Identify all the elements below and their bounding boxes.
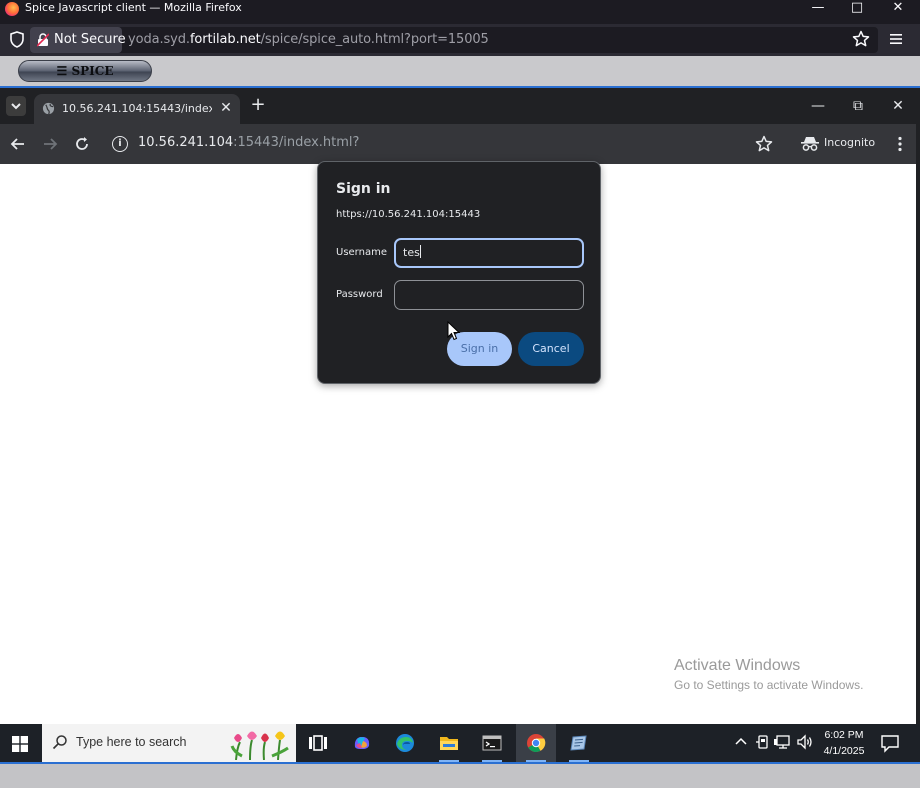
forward-arrow-icon[interactable] — [40, 134, 60, 154]
spice-toolbar: ☰ SPICE — [0, 56, 920, 88]
windows-start-icon[interactable] — [12, 736, 28, 752]
tab-close-icon[interactable]: ✕ — [218, 100, 234, 116]
firefox-url-text[interactable]: yoda.syd.fortilab.net/spice/spice_auto.h… — [128, 32, 489, 47]
chrome-minimize-icon[interactable]: — — [808, 96, 828, 116]
windows-taskbar: Type here to search 6:02 PM 4/1/2025 — [0, 724, 920, 762]
firefox-navbar: Not Secure yoda.syd.fortilab.net/spice/s… — [0, 24, 920, 56]
notification-icon[interactable] — [880, 733, 900, 753]
firefox-urlbar[interactable]: Not Secure yoda.syd.fortilab.net/spice/s… — [30, 27, 878, 53]
taskbar-clock[interactable]: 6:02 PM 4/1/2025 — [820, 727, 868, 759]
terminal-button[interactable] — [472, 724, 512, 762]
dialog-title: Sign in — [336, 181, 391, 197]
copilot-icon — [354, 737, 370, 749]
remote-viewer-icon — [570, 735, 587, 751]
mouse-pointer-icon — [447, 321, 460, 341]
activate-windows-watermark: Activate Windows Go to Settings to activ… — [674, 657, 863, 692]
clock-time: 6:02 PM — [824, 729, 864, 741]
edge-icon — [396, 734, 414, 752]
remote-viewer-button[interactable] — [559, 724, 599, 762]
spice-bottom-bar — [0, 762, 920, 788]
bookmark-star-icon[interactable] — [754, 134, 774, 154]
device-icon[interactable] — [754, 733, 772, 751]
spice-menu-button[interactable]: ☰ SPICE — [18, 60, 152, 82]
chrome-close-icon[interactable]: ✕ — [888, 96, 908, 116]
folder-icon — [440, 737, 458, 750]
new-tab-button[interactable]: + — [248, 96, 268, 116]
chrome-url-text[interactable]: 10.56.241.104:15443/index.html? — [138, 135, 359, 150]
url-prefix: yoda.syd. — [128, 32, 190, 47]
username-value: tes — [403, 246, 420, 259]
search-icon — [52, 735, 67, 750]
activate-subtitle: Go to Settings to activate Windows. — [674, 678, 864, 692]
url-domain: fortilab.net — [189, 32, 261, 47]
terminal-icon — [482, 735, 502, 751]
window-title: Spice Javascript client — Mozilla Firefo… — [25, 1, 242, 14]
window-edge — [916, 88, 920, 724]
username-label: Username — [336, 247, 387, 258]
bookmark-star-icon[interactable] — [852, 30, 870, 48]
browser-tab[interactable]: 10.56.241.104:15443/index.html ✕ — [34, 94, 240, 124]
password-field[interactable] — [394, 280, 584, 310]
not-secure-label: Not Secure — [54, 32, 126, 47]
chevron-up-icon[interactable] — [732, 733, 750, 751]
cancel-button[interactable]: Cancel — [518, 332, 584, 366]
chevron-down-icon — [11, 103, 21, 110]
incognito-label: Incognito — [824, 136, 876, 149]
url-path: :15443/index.html? — [233, 135, 360, 150]
edge-button[interactable] — [385, 724, 425, 762]
url-host: 10.56.241.104 — [138, 135, 234, 150]
task-view-button[interactable] — [298, 724, 338, 762]
tab-title: 10.56.241.104:15443/index.html — [62, 102, 212, 115]
taskbar-search-box[interactable]: Type here to search — [42, 724, 296, 762]
file-explorer-button[interactable] — [429, 724, 469, 762]
volume-icon[interactable] — [796, 733, 814, 751]
url-suffix: /spice/spice_auto.html?port=15005 — [260, 32, 489, 47]
incognito-icon[interactable] — [801, 136, 819, 152]
firefox-logo-icon — [5, 2, 19, 16]
hamburger-menu-icon[interactable] — [888, 31, 904, 47]
username-field[interactable]: tes — [394, 238, 584, 268]
not-secure-badge[interactable]: Not Secure — [30, 27, 126, 53]
chrome-icon — [527, 734, 546, 753]
dialog-origin: https://10.56.241.104:15443 — [336, 209, 481, 220]
activate-title: Activate Windows — [674, 657, 801, 674]
password-label: Password — [336, 289, 383, 300]
clock-date: 4/1/2025 — [823, 745, 865, 757]
chrome-toolbar: i 10.56.241.104:15443/index.html? Incogn… — [0, 124, 920, 164]
tab-search-button[interactable] — [6, 96, 26, 116]
search-placeholder: Type here to search — [76, 735, 187, 749]
task-view-icon — [309, 735, 327, 751]
reload-icon[interactable] — [72, 134, 92, 154]
network-icon[interactable] — [774, 733, 792, 751]
close-icon[interactable]: ✕ — [884, 0, 912, 24]
chrome-restore-icon[interactable]: ⧉ — [848, 96, 868, 116]
maximize-icon[interactable]: □ — [843, 0, 871, 24]
insecure-lock-icon — [37, 33, 49, 47]
firefox-titlebar: Spice Javascript client — Mozilla Firefo… — [0, 0, 920, 24]
tracking-shield-icon[interactable] — [9, 31, 25, 48]
chrome-button[interactable] — [516, 724, 556, 762]
back-arrow-icon[interactable] — [8, 134, 28, 154]
tulips-highlight-icon — [230, 731, 289, 760]
kebab-menu-icon[interactable] — [890, 134, 910, 154]
globe-icon — [42, 102, 55, 115]
sign-in-dialog: Sign in https://10.56.241.104:15443 User… — [317, 161, 601, 384]
copilot-button[interactable] — [342, 724, 382, 762]
chrome-tabstrip: 10.56.241.104:15443/index.html ✕ + — ⧉ ✕ — [0, 88, 920, 124]
text-caret — [419, 245, 421, 258]
minimize-icon[interactable]: — — [804, 0, 832, 24]
site-info-icon[interactable]: i — [112, 136, 128, 152]
